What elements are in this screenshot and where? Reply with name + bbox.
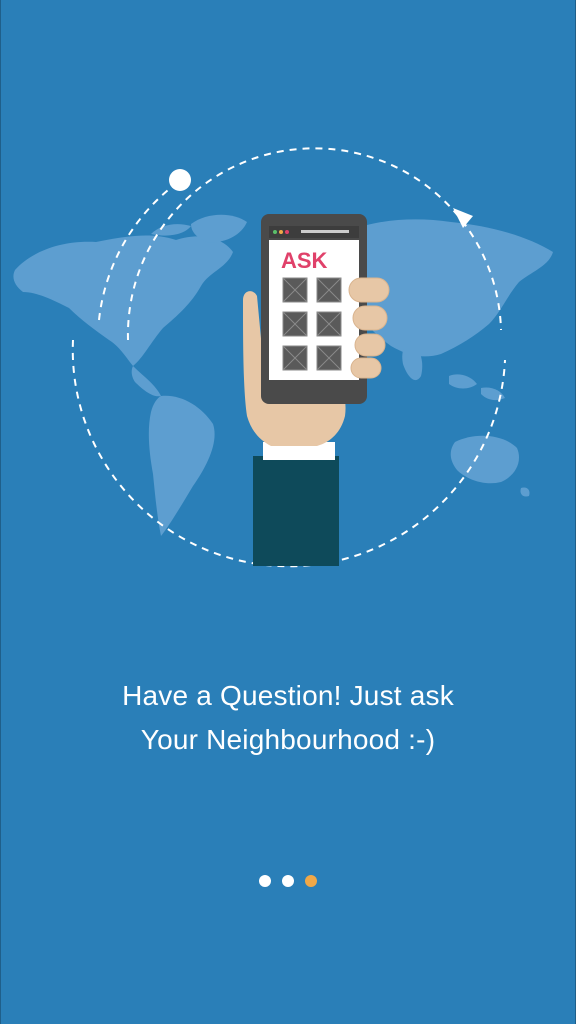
caption-line-2: Your Neighbourhood :-) — [140, 724, 436, 755]
onboarding-screen: ASK Have a Question! Just ask Your Neigh… — [0, 0, 576, 1024]
page-dot-3-active[interactable] — [305, 875, 317, 887]
orbit-dot-icon — [169, 169, 191, 191]
phone-ask-label: ASK — [281, 248, 328, 273]
world-phone-illustration: ASK — [13, 147, 553, 568]
page-dot-2[interactable] — [282, 875, 294, 887]
arm-sleeve — [253, 442, 339, 566]
page-indicator — [1, 875, 575, 887]
caption-line-1: Have a Question! Just ask — [122, 680, 454, 711]
onboarding-caption: Have a Question! Just ask Your Neighbour… — [1, 674, 575, 762]
page-dot-1[interactable] — [259, 875, 271, 887]
phone-icon: ASK — [261, 214, 367, 404]
